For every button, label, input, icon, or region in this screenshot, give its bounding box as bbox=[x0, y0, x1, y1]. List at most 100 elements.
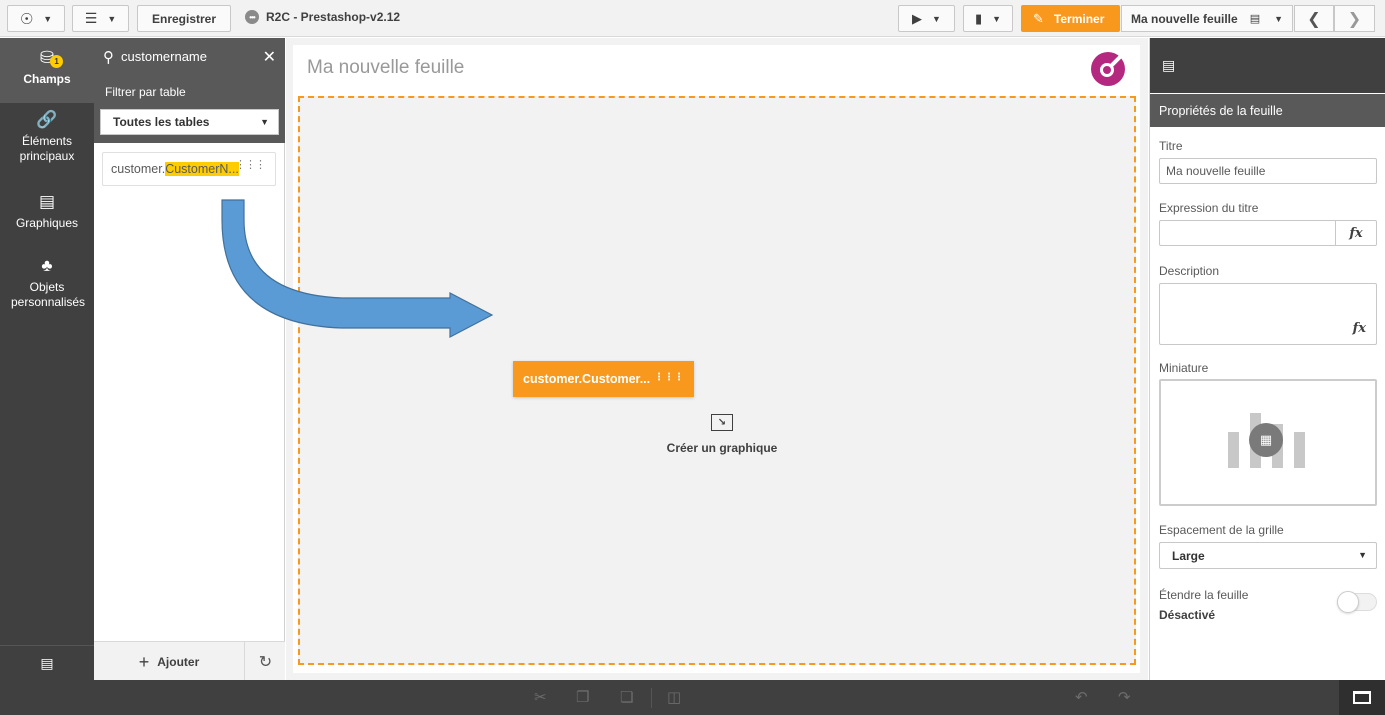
title-expression-label: Expression du titre bbox=[1159, 201, 1259, 215]
search-icon: ⚲ bbox=[103, 48, 114, 66]
chevron-right-icon: ❯ bbox=[1347, 10, 1362, 28]
divider bbox=[651, 688, 652, 708]
thumbnail-placeholder-bar bbox=[1294, 432, 1305, 468]
sidebar-item-label: Graphiques bbox=[15, 216, 79, 230]
save-button[interactable]: Enregistrer bbox=[137, 5, 231, 32]
trash-icon[interactable]: ◫ bbox=[667, 688, 681, 706]
sidebar-item-label: Éléments principaux bbox=[19, 134, 75, 163]
toggle-knob bbox=[1337, 591, 1359, 613]
app-status-icon: ••• bbox=[245, 10, 259, 24]
redo-icon[interactable]: ↷ bbox=[1118, 688, 1131, 706]
card-icon: ▤ bbox=[40, 654, 54, 671]
image-icon: ▦ bbox=[1249, 423, 1283, 457]
paste-icon[interactable]: ❏ bbox=[620, 688, 633, 706]
app-title: ••• R2C - Prestashop-v2.12 bbox=[245, 10, 400, 24]
thumbnail-placeholder-bar bbox=[1228, 432, 1239, 468]
chevron-down-icon: ▼ bbox=[43, 13, 53, 24]
description-textarea[interactable]: fx bbox=[1159, 283, 1377, 345]
next-sheet-button[interactable]: ❯ bbox=[1334, 5, 1375, 32]
table-filter-value: Toutes les tables bbox=[113, 115, 210, 129]
expression-editor-button[interactable]: fx bbox=[1335, 221, 1376, 245]
drag-handle-icon[interactable]: ⋮⋮⋮ bbox=[235, 160, 266, 171]
fields-panel: ⚲ customername ✕ Filtrer par table Toute… bbox=[94, 38, 285, 682]
field-list-item[interactable]: customer. CustomerN... ⋮⋮⋮ bbox=[102, 152, 276, 186]
current-sheet-name: Ma nouvelle feuille bbox=[1131, 11, 1238, 26]
add-label: Ajouter bbox=[157, 655, 200, 669]
sheet-title[interactable]: Ma nouvelle feuille bbox=[307, 57, 464, 79]
create-chart-icon: ↘ bbox=[711, 414, 733, 431]
toggle-properties-button[interactable] bbox=[1339, 680, 1385, 715]
field-prefix: customer. bbox=[111, 162, 166, 176]
done-editing-button[interactable]: ✎ Terminer bbox=[1021, 5, 1120, 32]
drop-zone[interactable]: customer.Customer... ⋮⋮⋮ ↘ Créer un grap… bbox=[298, 96, 1136, 665]
app-title-text: R2C - Prestashop-v2.12 bbox=[266, 10, 401, 24]
chart-icon: ▤ bbox=[1249, 13, 1261, 25]
title-label: Titre bbox=[1159, 139, 1183, 153]
expression-editor-button[interactable]: fx bbox=[1353, 321, 1366, 336]
close-icon[interactable]: ✕ bbox=[263, 47, 276, 67]
done-label: Terminer bbox=[1053, 11, 1105, 26]
grid-spacing-select[interactable]: Large ▼ bbox=[1159, 542, 1377, 569]
sidebar-item-master-items[interactable]: 🔗 Éléments principaux bbox=[0, 111, 94, 164]
chevron-down-icon: ▼ bbox=[1358, 550, 1367, 560]
refresh-button[interactable]: ↻ bbox=[246, 642, 285, 682]
undo-icon[interactable]: ↶ bbox=[1075, 688, 1088, 706]
title-expression-input[interactable]: fx bbox=[1159, 220, 1377, 246]
chevron-left-icon: ❮ bbox=[1307, 10, 1321, 28]
sheet-selector[interactable]: Ma nouvelle feuille ▤ ▼ bbox=[1121, 5, 1293, 32]
field-search-bar[interactable]: ⚲ customername ✕ bbox=[94, 38, 285, 75]
table-filter-select[interactable]: Toutes les tables ▼ bbox=[100, 109, 279, 135]
list-icon: ☰ bbox=[84, 10, 98, 26]
refresh-icon: ↻ bbox=[258, 654, 273, 671]
sidebar-footer-button[interactable]: ▤ bbox=[0, 645, 94, 680]
properties-title: Propriétés de la feuille bbox=[1150, 94, 1385, 127]
bookmark-button[interactable]: ▮ ▼ bbox=[963, 5, 1013, 32]
database-icon: ⛁ 1 bbox=[40, 49, 64, 68]
chevron-down-icon: ▼ bbox=[260, 117, 269, 127]
add-field-button[interactable]: + Ajouter bbox=[94, 642, 245, 682]
thumbnail-label: Miniature bbox=[1159, 361, 1209, 375]
create-chart-hint: ↘ Créer un graphique bbox=[658, 414, 786, 455]
description-label: Description bbox=[1159, 264, 1220, 278]
chevron-down-icon: ▼ bbox=[992, 13, 1002, 24]
puzzle-icon: ♣ bbox=[41, 256, 53, 275]
count-badge: 1 bbox=[50, 55, 64, 68]
copy-icon[interactable]: ❐ bbox=[576, 688, 589, 706]
sidebar-item-charts[interactable]: ▤ Graphiques bbox=[0, 192, 94, 231]
story-button[interactable]: ▶ ▼ bbox=[898, 5, 955, 32]
plus-icon: + bbox=[138, 651, 150, 672]
screen-icon bbox=[1353, 691, 1371, 704]
chevron-down-icon: ▼ bbox=[1274, 13, 1284, 24]
previous-sheet-button[interactable]: ❮ bbox=[1294, 5, 1334, 32]
top-toolbar: ☉ ▼ ☰ ▼ Enregistrer ••• R2C - Prestashop… bbox=[0, 0, 1385, 37]
presentation-icon: ▶ bbox=[912, 10, 923, 26]
extend-sheet-status: Désactivé bbox=[1159, 608, 1216, 622]
dragged-field[interactable]: customer.Customer... ⋮⋮⋮ bbox=[513, 361, 694, 397]
filter-label: Filtrer par table bbox=[105, 85, 186, 99]
sidebar-item-label: Objets personnalisés bbox=[11, 280, 86, 309]
properties-panel-header: ▤ bbox=[1150, 38, 1385, 93]
global-menu-button[interactable]: ☰ ▼ bbox=[72, 5, 129, 32]
table-filter-area: Filtrer par table Toutes les tables ▼ bbox=[94, 75, 285, 143]
extend-sheet-label: Étendre la feuille bbox=[1159, 588, 1249, 602]
qlik-logo-icon bbox=[1091, 52, 1125, 86]
chevron-down-icon: ▼ bbox=[932, 13, 941, 24]
extend-sheet-toggle[interactable] bbox=[1337, 591, 1377, 613]
thumbnail-picker[interactable]: ▦ bbox=[1159, 379, 1377, 506]
navigation-menu-button[interactable]: ☉ ▼ bbox=[7, 5, 65, 32]
bookmark-icon: ▮ bbox=[974, 10, 983, 26]
sidebar-item-fields[interactable]: ⛁ 1 Champs bbox=[0, 38, 94, 103]
sheet: Ma nouvelle feuille customer.Customer...… bbox=[293, 45, 1140, 673]
dragged-field-label: customer.Customer... bbox=[523, 372, 651, 386]
search-input[interactable]: customername bbox=[121, 49, 207, 64]
bottom-toolbar: ✂ ❐ ❏ ◫ ↶ ↷ bbox=[0, 680, 1385, 715]
title-input[interactable]: Ma nouvelle feuille bbox=[1159, 158, 1377, 184]
sidebar-item-label: Champs bbox=[23, 72, 71, 86]
drag-handle-icon: ⋮⋮⋮ bbox=[654, 372, 684, 383]
bar-chart-icon: ▤ bbox=[38, 192, 56, 211]
cut-icon[interactable]: ✂ bbox=[534, 688, 547, 706]
create-chart-label: Créer un graphique bbox=[666, 441, 778, 455]
sidebar-item-custom-objects[interactable]: ♣ Objets personnalisés bbox=[0, 256, 94, 310]
properties-panel: ▤ Propriétés de la feuille Titre Ma nouv… bbox=[1149, 38, 1385, 680]
field-match-highlight: CustomerN... bbox=[165, 162, 239, 176]
